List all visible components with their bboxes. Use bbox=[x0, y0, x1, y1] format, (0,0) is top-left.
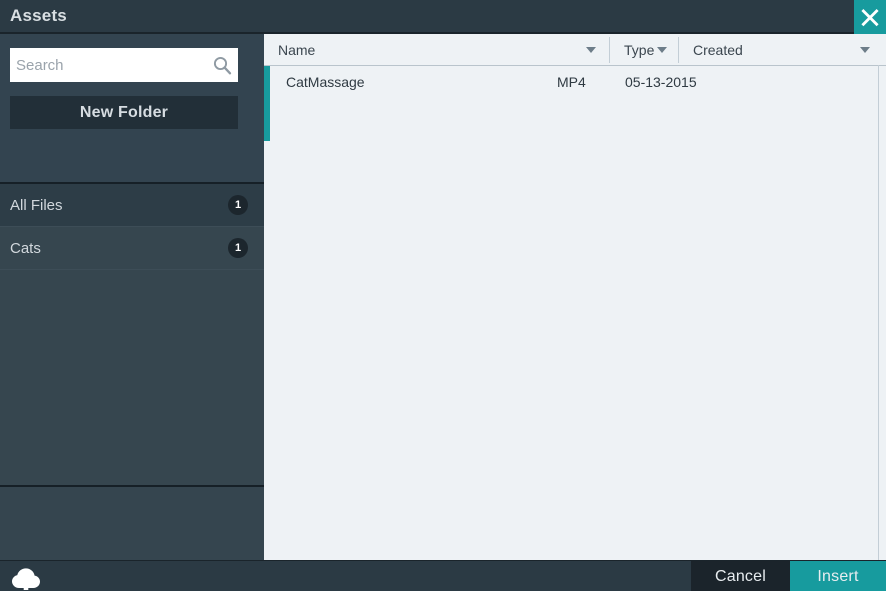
cloud-upload-icon[interactable] bbox=[12, 566, 40, 590]
folder-list: All Files 1 Cats 1 bbox=[0, 184, 264, 485]
chevron-down-icon[interactable] bbox=[657, 47, 667, 53]
sidebar-item-cats[interactable]: Cats 1 bbox=[0, 227, 264, 270]
file-browser: Name Type Created CatMassage MP4 05-13-2… bbox=[264, 34, 886, 560]
assets-dialog: Assets New Folder All Files bbox=[0, 0, 886, 591]
cell-name: CatMassage bbox=[286, 74, 365, 90]
column-label: Type bbox=[624, 42, 655, 58]
cell-created: 05-13-2015 bbox=[625, 74, 697, 90]
folder-label: All Files bbox=[10, 197, 63, 214]
page-title: Assets bbox=[10, 6, 67, 25]
insert-button[interactable]: Insert bbox=[790, 561, 886, 591]
column-label: Created bbox=[693, 42, 743, 58]
footer-bar: Cancel Insert bbox=[0, 560, 886, 591]
right-rule bbox=[878, 65, 879, 560]
title-bar: Assets bbox=[0, 0, 886, 34]
close-button[interactable] bbox=[854, 0, 886, 34]
folder-separator bbox=[0, 269, 264, 270]
search-input[interactable] bbox=[10, 48, 210, 82]
new-folder-button[interactable]: New Folder bbox=[10, 96, 238, 129]
search-icon[interactable] bbox=[212, 55, 232, 75]
table-header: Name Type Created bbox=[264, 34, 886, 66]
chevron-down-icon[interactable] bbox=[586, 47, 596, 53]
folder-label: Cats bbox=[10, 240, 41, 257]
folder-count-badge: 1 bbox=[228, 238, 248, 258]
table-row[interactable]: CatMassage MP4 05-13-2015 bbox=[264, 66, 886, 98]
chevron-down-icon[interactable] bbox=[860, 47, 870, 53]
column-header-type[interactable]: Type bbox=[610, 34, 679, 65]
vertical-scrollbar[interactable] bbox=[264, 66, 270, 141]
column-label: Name bbox=[278, 42, 316, 58]
column-header-name[interactable]: Name bbox=[264, 34, 610, 65]
cancel-button[interactable]: Cancel bbox=[691, 561, 790, 591]
sidebar: New Folder All Files 1 Cats 1 bbox=[0, 34, 264, 591]
column-header-created[interactable]: Created bbox=[679, 34, 886, 65]
folder-count-badge: 1 bbox=[228, 195, 248, 215]
search-box[interactable] bbox=[10, 48, 238, 82]
sidebar-item-all-files[interactable]: All Files 1 bbox=[0, 184, 264, 227]
cell-type: MP4 bbox=[557, 74, 586, 90]
